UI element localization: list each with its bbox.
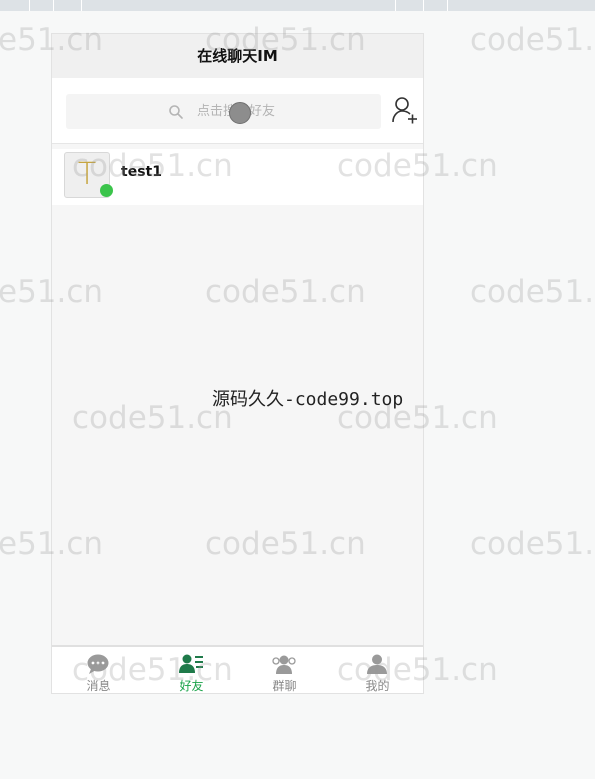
floating-drag-dot[interactable] xyxy=(229,102,251,124)
search-icon xyxy=(169,105,183,119)
nav-label: 群聊 xyxy=(272,679,297,693)
nav-label: 消息 xyxy=(86,679,111,693)
phone-frame: 在线聊天IM 点击搜索好友 T test1 xyxy=(51,33,424,694)
friend-list-item[interactable]: T test1 xyxy=(52,149,423,205)
friend-name: test1 xyxy=(121,164,162,180)
strip-tick xyxy=(29,0,30,11)
user-icon xyxy=(367,654,387,674)
nav-label: 我的 xyxy=(365,679,390,693)
strip-tick xyxy=(447,0,448,11)
online-status-dot xyxy=(100,184,113,197)
bottom-nav: 消息 好友 群聊 我的 xyxy=(52,645,423,693)
top-strip xyxy=(0,0,595,11)
watermark: code51.cn xyxy=(470,22,595,58)
strip-tick xyxy=(81,0,82,11)
nav-label: 好友 xyxy=(179,679,204,693)
nav-groups[interactable]: 群聊 xyxy=(238,647,331,693)
search-input[interactable]: 点击搜索好友 xyxy=(66,94,381,129)
add-friend-icon[interactable] xyxy=(391,95,419,125)
strip-tick xyxy=(423,0,424,11)
group-icon xyxy=(272,655,296,674)
watermark: code51.cn xyxy=(470,526,595,562)
nav-messages[interactable]: 消息 xyxy=(52,647,145,693)
search-bar: 点击搜索好友 xyxy=(52,78,423,144)
page-title: 在线聊天IM xyxy=(52,34,423,78)
chat-bubble-icon xyxy=(87,654,109,674)
strip-tick xyxy=(395,0,396,11)
strip-tick xyxy=(53,0,54,11)
friends-list-icon xyxy=(179,654,203,673)
nav-friends[interactable]: 好友 xyxy=(145,647,238,693)
nav-profile[interactable]: 我的 xyxy=(331,647,423,693)
source-watermark-text: 源码久久-code99.top xyxy=(212,389,404,410)
watermark: code51.cn xyxy=(470,274,595,310)
